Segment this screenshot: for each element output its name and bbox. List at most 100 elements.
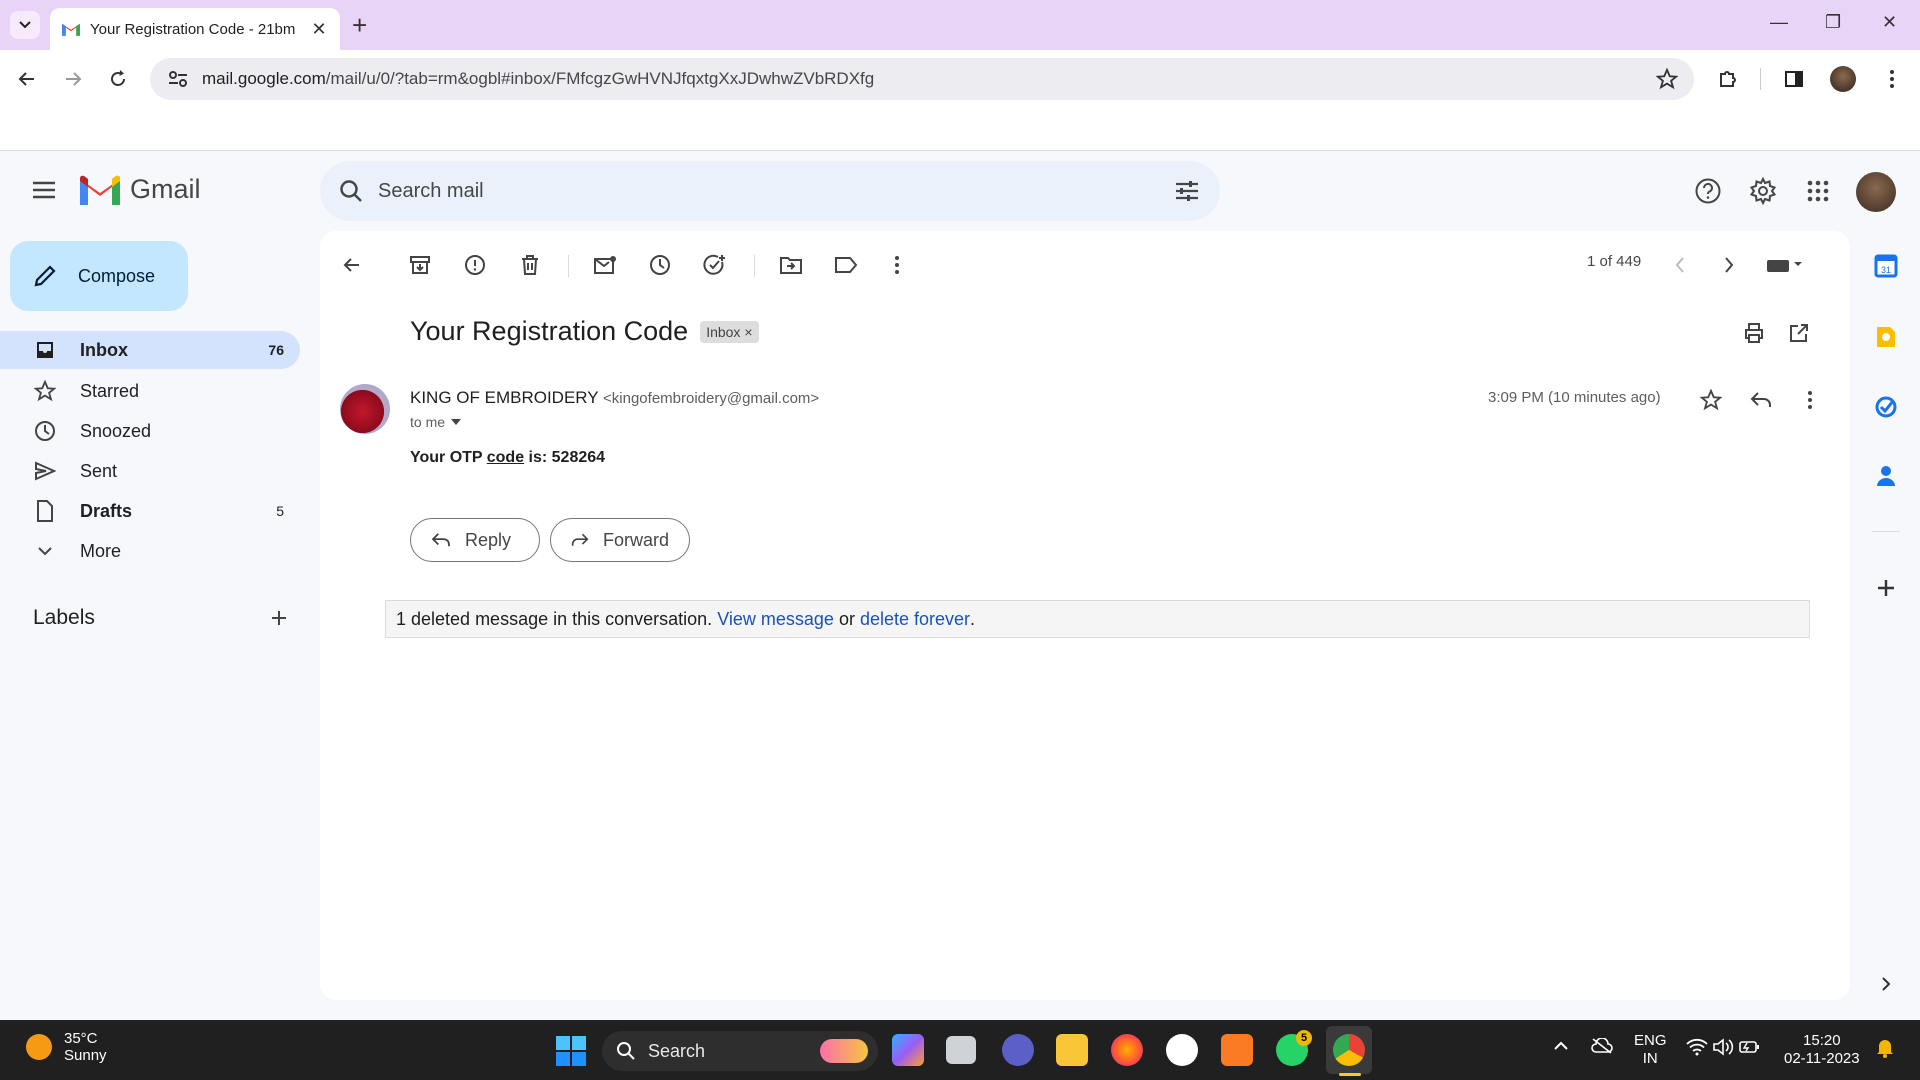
back-button[interactable] [12,64,42,94]
compose-button[interactable]: Compose [10,241,188,311]
chevron-left-icon [1675,257,1684,273]
open-new-window-button[interactable] [1785,319,1813,347]
close-window-button[interactable]: ✕ [1882,12,1897,33]
tab-search-button[interactable] [10,11,40,39]
side-panel-button[interactable] [1779,64,1809,94]
search-input[interactable]: Search mail [378,180,1174,203]
labels-button[interactable] [832,251,860,279]
older-button[interactable] [1715,251,1743,279]
search-bar[interactable]: Search mail [320,161,1220,221]
windows-taskbar: 35°C Sunny Search 5 ENG IN 15:20 02-11-2… [0,1020,1920,1080]
battery-icon [1739,1041,1760,1053]
tasks-addon[interactable] [1872,393,1900,421]
main-menu-icon[interactable] [30,176,58,204]
nav-item-drafts[interactable]: Drafts 5 [0,492,300,530]
back-to-inbox-button[interactable] [338,251,366,279]
view-message-link[interactable]: View message [717,609,834,630]
forward-button[interactable] [58,64,88,94]
inbox-label-chip[interactable]: Inbox × [700,320,759,343]
language-indicator[interactable]: ENG IN [1634,1032,1667,1068]
star-message-button[interactable] [1697,386,1725,414]
teams-chat-icon[interactable] [1002,1034,1034,1066]
delete-forever-link[interactable]: delete forever [860,609,970,630]
report-spam-button[interactable] [461,251,489,279]
mark-unread-button[interactable] [591,251,619,279]
recipient-details[interactable]: to me [410,414,462,430]
message-more-button[interactable] [1796,386,1824,414]
print-button[interactable] [1740,319,1768,347]
firefox-icon[interactable] [1111,1034,1143,1066]
whatsapp-badge: 5 [1296,1030,1312,1046]
task-view-icon[interactable] [946,1036,976,1064]
taskbar-search[interactable]: Search [602,1031,878,1071]
weather-widget[interactable]: 35°C Sunny [26,1030,107,1064]
extensions-button[interactable] [1713,64,1743,94]
new-tab-button[interactable]: + [352,10,367,40]
github-icon[interactable] [1166,1034,1198,1066]
snooze-button[interactable] [646,251,674,279]
clock[interactable]: 15:20 02-11-2023 [1784,1032,1860,1068]
copilot-app-icon[interactable] [892,1034,924,1066]
nav-item-snoozed[interactable]: Snoozed [0,412,300,450]
input-tools-button[interactable] [1760,251,1810,279]
pagination-text: 1 of 449 [1587,253,1642,270]
add-to-tasks-button[interactable] [701,251,729,279]
forward-button[interactable]: Forward [550,518,690,562]
network-volume-battery[interactable] [1686,1038,1760,1061]
trash-icon [522,255,538,275]
support-button[interactable] [1693,176,1723,206]
browser-tab-active[interactable]: Your Registration Code - 21bm ✕ [50,8,340,50]
compose-label: Compose [78,265,156,286]
start-button[interactable] [556,1036,586,1071]
keep-addon[interactable] [1872,323,1900,351]
search-icon[interactable] [338,178,364,204]
deleted-message-notice: 1 deleted message in this conversation. … [385,600,1810,638]
sender-name[interactable]: KING OF EMBROIDERY [410,388,598,407]
show-side-panel-button[interactable] [1872,970,1900,998]
contacts-addon[interactable] [1872,462,1900,490]
get-addons-button[interactable] [1872,574,1900,602]
reply-icon-button[interactable] [1747,386,1775,414]
onedrive-status[interactable] [1590,1037,1614,1059]
nav-item-more[interactable]: More [0,532,300,570]
move-to-button[interactable] [777,251,805,279]
nav-item-sent[interactable]: Sent [0,452,300,490]
bell-icon [1877,1040,1893,1058]
settings-button[interactable] [1748,176,1778,206]
bookmark-star-icon[interactable] [1656,68,1678,90]
close-tab-icon[interactable]: ✕ [310,19,328,40]
notifications-button[interactable] [1876,1038,1894,1063]
file-explorer-icon[interactable] [1056,1034,1088,1066]
newer-button[interactable] [1666,251,1694,279]
account-avatar[interactable] [1856,172,1896,212]
nav-item-starred[interactable]: Starred [0,372,300,410]
search-options-icon[interactable] [1174,179,1200,203]
show-hidden-icons[interactable] [1553,1038,1569,1056]
inbox-icon [34,340,56,360]
delete-button[interactable] [516,251,544,279]
calendar-addon[interactable]: 31 [1872,252,1900,280]
reload-button[interactable] [103,64,133,94]
reply-button[interactable]: Reply [410,518,540,562]
archive-icon [410,256,430,274]
address-bar[interactable]: mail.google.com/mail/u/0/?tab=rm&ogbl#in… [150,58,1694,100]
report-icon [465,255,485,275]
gmail-logo[interactable]: Gmail [80,174,201,205]
remove-label-icon[interactable]: × [744,324,752,340]
add-task-icon [703,254,725,275]
archive-button[interactable] [406,251,434,279]
more-vertical-icon [1890,70,1894,88]
add-label-icon[interactable] [270,609,288,627]
more-actions-button[interactable] [883,251,911,279]
minimize-button[interactable]: — [1770,12,1788,33]
restore-button[interactable]: ❐ [1825,12,1841,33]
nav-item-inbox[interactable]: Inbox 76 [0,331,300,369]
chrome-icon[interactable] [1333,1034,1365,1066]
google-apps-button[interactable] [1803,176,1833,206]
site-info-icon[interactable] [168,70,188,88]
period-text: . [970,608,976,629]
chrome-menu-button[interactable] [1877,64,1907,94]
xampp-icon[interactable] [1221,1034,1253,1066]
sender-avatar[interactable] [340,384,390,434]
profile-button[interactable] [1828,64,1858,94]
